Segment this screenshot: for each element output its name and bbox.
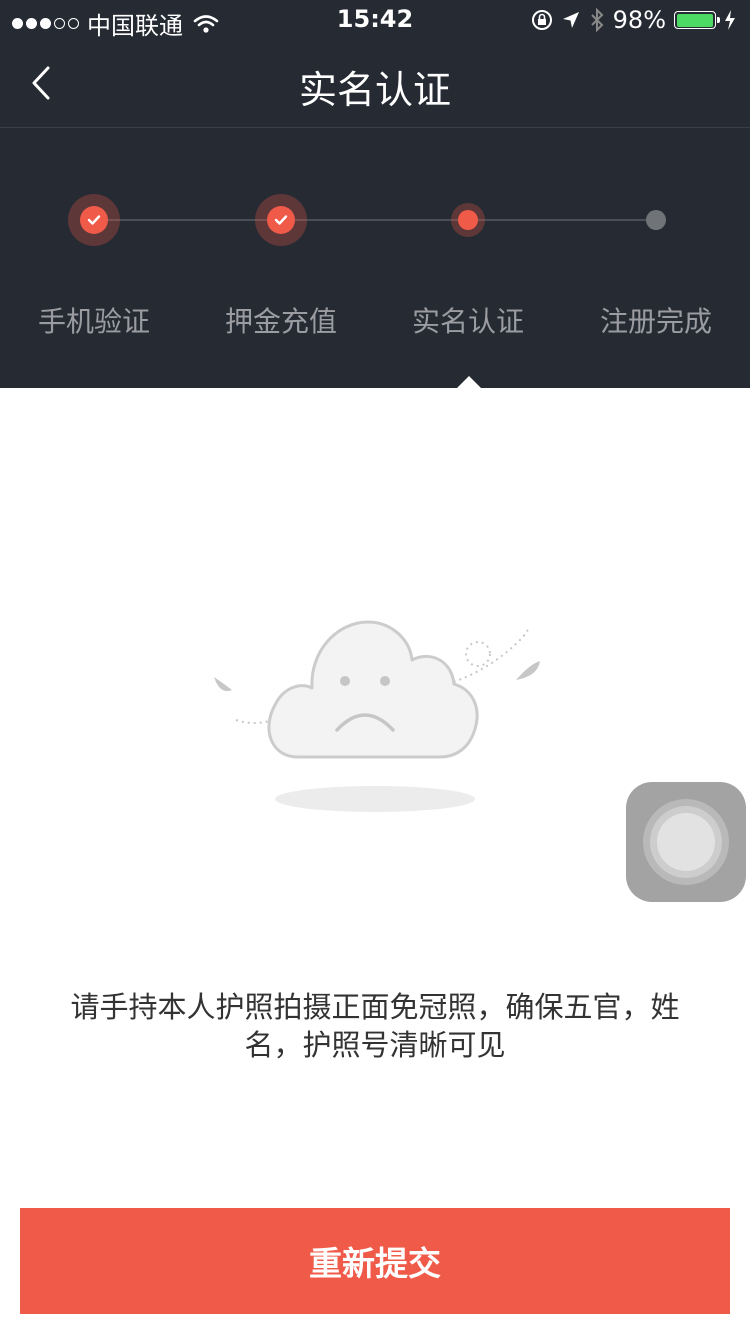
step-1-label: 手机验证 [37,305,150,338]
rotation-lock-icon [531,10,552,30]
charging-bolt-icon [725,10,735,30]
nav-bar: 实名认证 [0,40,750,128]
status-bar: 中国联通 15:42 98% [0,0,750,40]
step-4-node [646,210,666,230]
page-title: 实名认证 [298,68,451,112]
current-step-pointer [457,376,481,388]
step-4-label: 注册完成 [599,305,712,338]
assistive-touch-button[interactable] [626,782,746,902]
battery-percent: 98% [612,6,666,34]
location-arrow-icon [562,12,579,28]
step-3-label: 实名认证 [411,305,524,338]
instruction-line-2: 名，护照号清晰可见 [244,1028,506,1062]
status-right: 98% [531,6,736,34]
instruction-text: 请手持本人护照拍摄正面免冠照，确保五官，姓 名，护照号清晰可见 [50,988,700,1064]
instruction-line-1: 请手持本人护照拍摄正面免冠照，确保五官，姓 [70,990,680,1024]
step-progress: 手机验证 押金充值 实名认证 注册完成 [0,128,750,388]
bluetooth-icon [590,8,604,32]
step-2-label: 押金充值 [224,305,337,338]
step-2-node [255,194,307,246]
resubmit-button[interactable]: 重新提交 [20,1208,730,1314]
battery-icon [674,11,720,29]
step-3-node [451,203,485,237]
step-1-node [68,194,120,246]
check-icon [87,215,101,225]
sad-cloud-icon [214,620,540,812]
battery-fill [676,13,713,27]
step-track [94,219,656,221]
check-icon [274,215,288,225]
